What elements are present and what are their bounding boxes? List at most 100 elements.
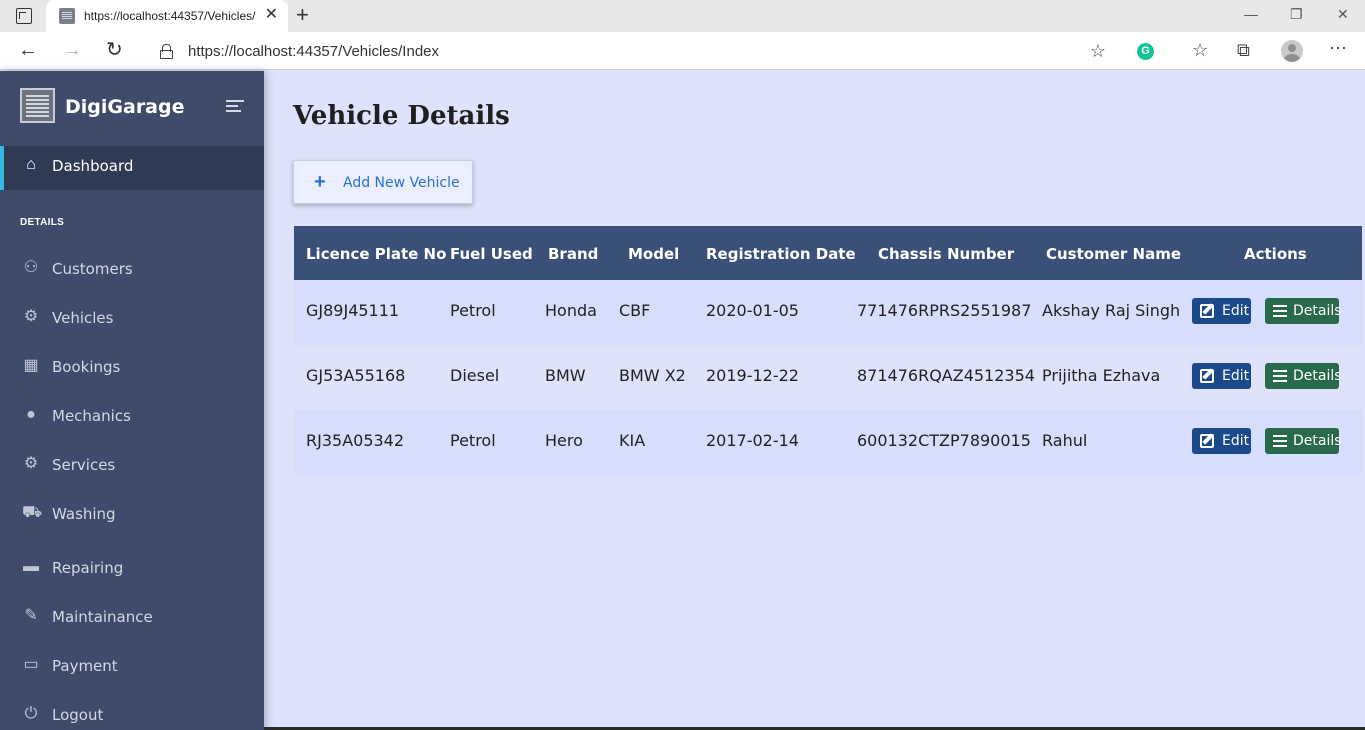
sidebar-item-customers[interactable]: ⚇ Customers (0, 249, 264, 289)
sidebar-item-washing[interactable]: ⛟ Washing (0, 494, 264, 534)
forward-icon[interactable]: → (62, 39, 82, 61)
sidebar-item-mechanics[interactable]: ● Mechanics (0, 396, 264, 436)
sidebar-item-label: Customers (52, 260, 133, 278)
cell-registration-date: 2017-02-14 (706, 431, 799, 450)
cell-customer: Akshay Raj Singh (1042, 301, 1181, 320)
sidebar-item-payment[interactable]: ▭ Payment (0, 646, 264, 686)
details-button[interactable]: Details (1265, 428, 1342, 454)
cell-brand: BMW (545, 366, 586, 385)
details-button[interactable]: Details (1265, 298, 1342, 324)
sidebar: DigiGarage ⌂ Dashboard DETAILS ⚇ Custome… (0, 71, 264, 730)
table-row: GJ53A55168 Diesel BMW BMW X2 2019-12-22 … (294, 345, 1362, 410)
cell-brand: Honda (545, 301, 597, 320)
details-label: Details (1293, 303, 1342, 319)
cell-chassis: 871476RQAZ4512354 (857, 366, 1035, 385)
restore-icon[interactable]: ❐ (1290, 6, 1303, 23)
table-header: Licence Plate No Fuel Used Brand Model R… (294, 226, 1362, 280)
sidebar-item-label: Repairing (52, 559, 124, 577)
menu-toggle-icon[interactable] (226, 100, 244, 113)
table-row: RJ35A05342 Petrol Hero KIA 2017-02-14 60… (294, 410, 1362, 475)
sidebar-item-services[interactable]: ⚙ Services (0, 445, 264, 485)
cell-plate: GJ53A55168 (306, 366, 406, 385)
car-wash-icon: ⛟ (22, 504, 43, 521)
cell-customer: Rahul (1042, 431, 1088, 450)
cell-registration-date: 2019-12-22 (706, 366, 799, 385)
back-icon[interactable]: ← (18, 39, 38, 61)
card-icon: ▭ (23, 656, 39, 673)
sidebar-item-dashboard[interactable]: ⌂ Dashboard (0, 146, 264, 190)
vehicles-table: Licence Plate No Fuel Used Brand Model R… (294, 226, 1362, 475)
sidebar-item-repairing[interactable]: ▬ Repairing (0, 548, 264, 588)
add-new-vehicle-button[interactable]: + Add New Vehicle (293, 160, 473, 204)
sidebar-item-bookings[interactable]: ▦ Bookings (0, 347, 264, 387)
cell-fuel: Diesel (450, 366, 500, 385)
minimize-icon[interactable]: — (1244, 6, 1258, 22)
cell-chassis: 600132CTZP7890015 (857, 431, 1031, 450)
cell-model: KIA (619, 431, 646, 450)
gears-icon: ⚙ (23, 455, 39, 472)
cell-model: CBF (619, 301, 651, 320)
person-icon: ● (26, 406, 36, 423)
sidebar-item-vehicles[interactable]: ⚙ Vehicles (0, 298, 264, 338)
column-header: Licence Plate No (306, 245, 447, 263)
motorcycle-icon: ⚙ (23, 308, 39, 325)
sidebar-item-label: Logout (52, 706, 104, 724)
lock-icon[interactable] (160, 44, 173, 59)
cell-chassis: 771476RPRS2551987 (857, 301, 1032, 320)
grammarly-icon[interactable]: G (1137, 43, 1154, 60)
home-icon: ⌂ (26, 156, 36, 173)
edit-icon (1200, 434, 1214, 448)
add-favorite-icon[interactable]: ☆ (1090, 41, 1106, 62)
favorites-icon[interactable]: ☆ (1192, 40, 1208, 61)
sidebar-item-maintainance[interactable]: ✎ Maintainance (0, 597, 264, 637)
cell-plate: RJ35A05342 (306, 431, 405, 450)
edit-icon (1200, 304, 1214, 318)
brush-icon: ✎ (24, 607, 38, 624)
browser-tab[interactable]: https://localhost:44357/Vehicles/Index ✕ (46, 0, 288, 32)
cell-model: BMW X2 (619, 366, 686, 385)
list-icon (1273, 435, 1287, 447)
browser-toolbar: ← → ↻ https://localhost:44357/Vehicles/I… (0, 32, 1365, 70)
edit-button[interactable]: Edit (1192, 298, 1251, 324)
sidebar-item-label: Vehicles (52, 309, 114, 327)
column-header: Registration Date (706, 245, 856, 263)
reload-icon[interactable]: ↻ (106, 39, 123, 61)
tab-actions-icon[interactable] (16, 8, 32, 24)
sidebar-item-logout[interactable]: ⏻ Logout (0, 695, 264, 730)
cell-customer: Prijitha Ezhava (1042, 366, 1161, 385)
cell-plate: GJ89J45111 (306, 301, 400, 320)
sidebar-item-label: Mechanics (52, 407, 131, 425)
column-header: Brand (548, 245, 599, 263)
details-label: Details (1293, 433, 1342, 449)
new-tab-icon[interactable]: + (296, 3, 309, 27)
cell-fuel: Petrol (450, 431, 496, 450)
column-header: Model (628, 245, 680, 263)
address-field[interactable]: https://localhost:44357/Vehicles/Index ☆ (144, 36, 1118, 66)
edit-label: Edit (1222, 303, 1250, 319)
garage-logo-icon (20, 88, 55, 123)
cell-registration-date: 2020-01-05 (706, 301, 799, 320)
details-label: Details (1293, 368, 1342, 384)
column-header: Fuel Used (450, 245, 533, 263)
details-button[interactable]: Details (1265, 363, 1342, 389)
edit-button[interactable]: Edit (1192, 428, 1251, 454)
browser-tab-bar: https://localhost:44357/Vehicles/Index ✕… (0, 0, 1365, 32)
sidebar-item-label: Payment (52, 657, 118, 675)
collections-icon[interactable]: ⧉ (1237, 40, 1250, 61)
edit-button[interactable]: Edit (1192, 363, 1251, 389)
cell-brand: Hero (545, 431, 583, 450)
edit-label: Edit (1222, 368, 1250, 384)
favicon-icon (59, 8, 75, 24)
sidebar-item-label: Bookings (52, 358, 121, 376)
sidebar-item-label: Services (52, 456, 116, 474)
window-close-icon[interactable]: ✕ (1337, 6, 1349, 23)
plus-icon: + (314, 171, 326, 193)
close-tab-icon[interactable]: ✕ (265, 6, 278, 24)
table-row: GJ89J45111 Petrol Honda CBF 2020-01-05 7… (294, 280, 1362, 345)
more-options-icon[interactable]: ⋯ (1329, 38, 1347, 59)
sidebar-item-label: Dashboard (52, 157, 134, 175)
user-icon: ⚇ (23, 259, 39, 276)
column-header: Chassis Number (878, 245, 1015, 263)
profile-avatar[interactable] (1281, 40, 1303, 62)
list-icon (1273, 370, 1287, 382)
